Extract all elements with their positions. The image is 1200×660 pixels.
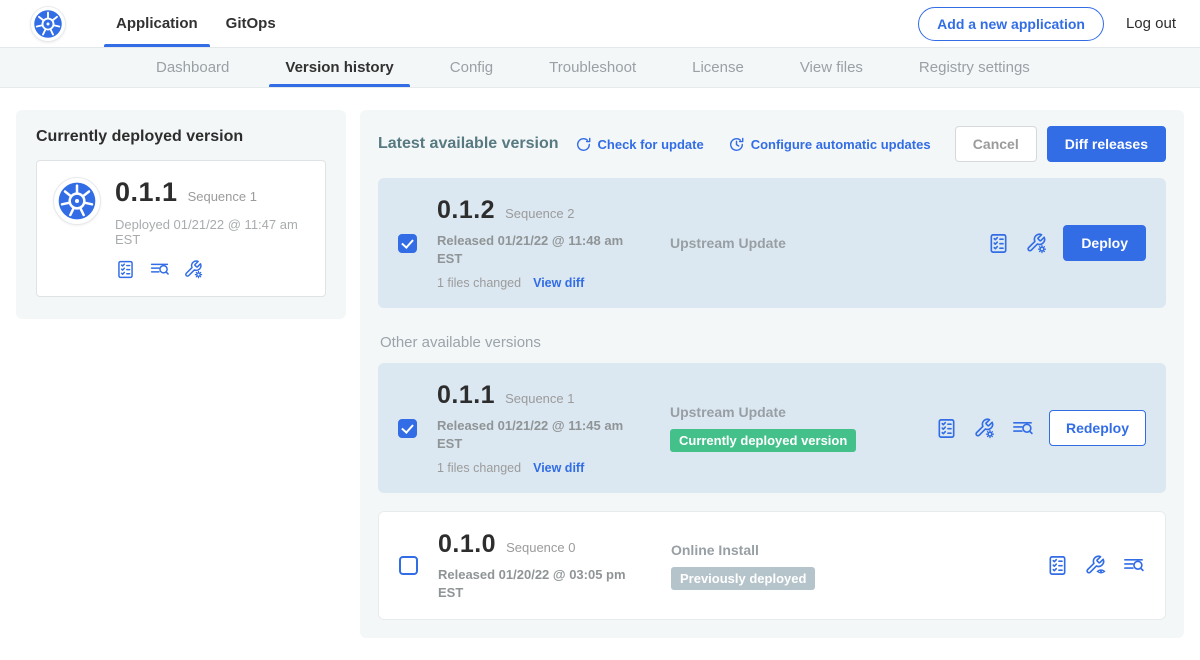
- deployed-version-number: 0.1.1: [115, 177, 178, 208]
- logs-icon[interactable]: [1122, 554, 1145, 577]
- other-versions-title: Other available versions: [380, 334, 1166, 351]
- main-content: Currently deployed version 0.1.1 Sequenc…: [0, 88, 1200, 660]
- version-checkbox[interactable]: [399, 556, 418, 575]
- sequence-label: Sequence 1: [505, 391, 574, 406]
- config-wrench-gear-icon[interactable]: [1025, 232, 1048, 255]
- deployed-version-card: 0.1.1 Sequence 1 Deployed 01/21/22 @ 11:…: [36, 160, 326, 297]
- app-subnav: Dashboard Version history Config Trouble…: [0, 48, 1200, 88]
- version-number: 0.1.0: [438, 530, 496, 559]
- kubernetes-logo-icon[interactable]: [30, 6, 66, 42]
- currently-deployed-badge: Currently deployed version: [670, 429, 856, 452]
- released-timestamp: Released 01/21/22 @ 11:45 am EST: [437, 417, 629, 452]
- files-changed-label: 1 files changed: [437, 276, 521, 290]
- sequence-label: Sequence 0: [506, 540, 575, 555]
- tab-application[interactable]: Application: [102, 0, 212, 47]
- release-notes-icon[interactable]: [115, 259, 136, 280]
- released-timestamp: Released 01/21/22 @ 11:48 am EST: [437, 232, 629, 267]
- redeploy-button[interactable]: Redeploy: [1049, 410, 1146, 446]
- top-navbar: Application GitOps Add a new application…: [0, 0, 1200, 48]
- app-logo-icon: [53, 177, 101, 225]
- view-diff-link[interactable]: View diff: [533, 276, 584, 290]
- release-notes-icon[interactable]: [987, 232, 1010, 255]
- cancel-button[interactable]: Cancel: [955, 126, 1037, 162]
- tab-gitops[interactable]: GitOps: [212, 0, 290, 47]
- deployed-panel-title: Currently deployed version: [36, 128, 326, 146]
- subtab-registry-settings[interactable]: Registry settings: [903, 48, 1046, 87]
- version-number: 0.1.1: [437, 381, 495, 410]
- version-source-label: Upstream Update: [670, 404, 935, 420]
- previously-deployed-badge: Previously deployed: [671, 567, 815, 590]
- deployed-timestamp: Deployed 01/21/22 @ 11:47 am EST: [115, 217, 309, 247]
- subtab-troubleshoot[interactable]: Troubleshoot: [533, 48, 652, 87]
- refresh-icon: [575, 136, 592, 153]
- version-number: 0.1.2: [437, 196, 495, 225]
- deployed-sequence-label: Sequence 1: [188, 189, 257, 204]
- config-wrench-gear-icon[interactable]: [973, 417, 996, 440]
- version-history-panel: Latest available version Check for updat…: [360, 110, 1184, 638]
- logs-icon[interactable]: [1011, 417, 1034, 440]
- release-notes-icon[interactable]: [935, 417, 958, 440]
- released-timestamp: Released 01/20/22 @ 03:05 pm EST: [438, 566, 630, 601]
- deploy-button[interactable]: Deploy: [1063, 225, 1146, 261]
- subtab-version-history[interactable]: Version history: [269, 48, 409, 87]
- latest-available-title: Latest available version: [378, 135, 559, 153]
- currently-deployed-panel: Currently deployed version 0.1.1 Sequenc…: [16, 110, 346, 319]
- config-view-wrench-eye-icon[interactable]: [1084, 554, 1107, 577]
- version-card-0-1-1: 0.1.1 Sequence 1 Released 01/21/22 @ 11:…: [378, 363, 1166, 493]
- subtab-view-files[interactable]: View files: [784, 48, 879, 87]
- view-diff-link[interactable]: View diff: [533, 461, 584, 475]
- sequence-label: Sequence 2: [505, 206, 574, 221]
- logout-link[interactable]: Log out: [1126, 15, 1176, 32]
- top-nav-tabs: Application GitOps: [102, 0, 290, 47]
- version-source-label: Online Install: [671, 542, 936, 558]
- version-card-0-1-2: 0.1.2 Sequence 2 Released 01/21/22 @ 11:…: [378, 178, 1166, 308]
- add-new-application-button[interactable]: Add a new application: [918, 7, 1104, 41]
- clock-refresh-icon: [728, 136, 745, 153]
- version-checkbox[interactable]: [398, 419, 417, 438]
- subtab-dashboard[interactable]: Dashboard: [140, 48, 245, 87]
- logs-icon[interactable]: [149, 259, 170, 280]
- subtab-license[interactable]: License: [676, 48, 760, 87]
- configure-automatic-updates-link[interactable]: Configure automatic updates: [728, 136, 931, 153]
- config-wrench-gear-icon[interactable]: [183, 259, 204, 280]
- version-card-0-1-0: 0.1.0 Sequence 0 Released 01/20/22 @ 03:…: [378, 511, 1166, 620]
- release-notes-icon[interactable]: [1046, 554, 1069, 577]
- files-changed-label: 1 files changed: [437, 461, 521, 475]
- subtab-config[interactable]: Config: [434, 48, 509, 87]
- check-for-update-link[interactable]: Check for update: [575, 136, 704, 153]
- diff-releases-button[interactable]: Diff releases: [1047, 126, 1166, 162]
- version-checkbox[interactable]: [398, 234, 417, 253]
- version-source-label: Upstream Update: [670, 235, 935, 251]
